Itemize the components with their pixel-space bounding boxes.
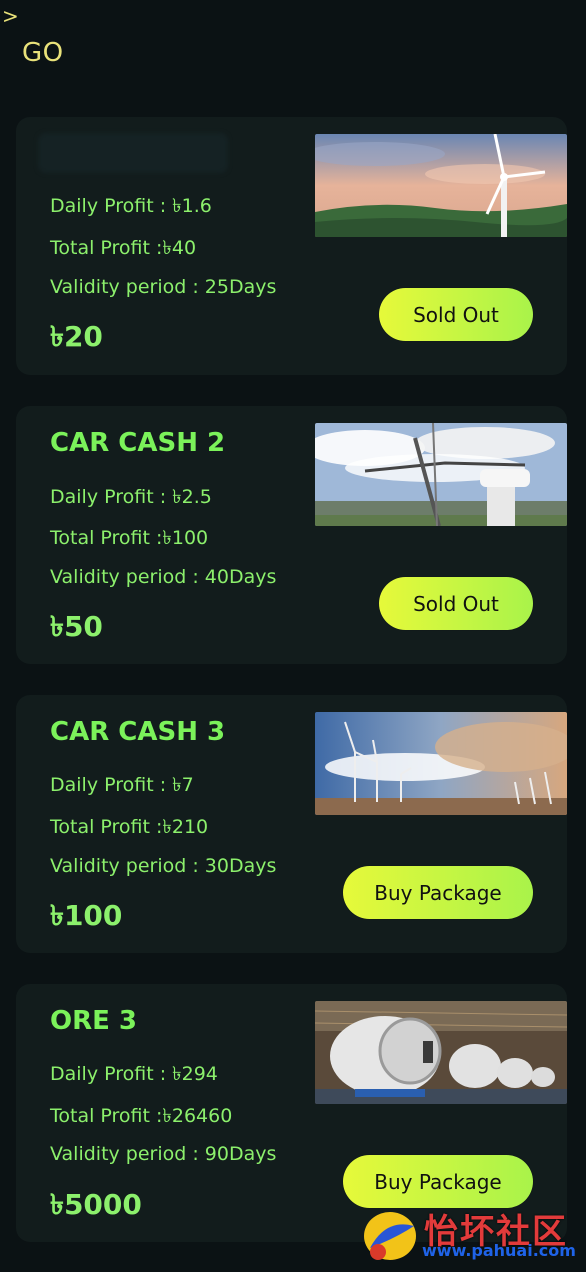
sold-out-button[interactable]: Sold Out xyxy=(379,288,533,341)
validity-period: Validity period : 40Days xyxy=(50,566,277,588)
package-price: ৳50 xyxy=(50,610,103,643)
package-card-2: CAR CASH 2 Daily Profit : ৳2.5 Total Pro… xyxy=(16,406,567,664)
wind-turbine-sunset-image xyxy=(315,134,567,237)
back-chevron[interactable]: > xyxy=(2,6,19,26)
package-price: ৳100 xyxy=(50,899,123,932)
site-watermark: 怡坏社区 www.pahuai.com xyxy=(356,1208,586,1268)
package-price: ৳20 xyxy=(50,320,103,353)
validity-period: Validity period : 90Days xyxy=(50,1143,277,1165)
sold-out-button[interactable]: Sold Out xyxy=(379,577,533,630)
package-card-3: CAR CASH 3 Daily Profit : ৳7 Total Profi… xyxy=(16,695,567,953)
package-title: ORE 3 xyxy=(50,1006,138,1036)
package-title: CAR CASH 3 xyxy=(50,717,226,747)
watermark-logo-icon xyxy=(364,1212,416,1260)
turbine-crane-construction-image xyxy=(315,423,567,526)
validity-period: Validity period : 30Days xyxy=(50,855,277,877)
go-link[interactable]: GO xyxy=(22,38,64,68)
buy-package-button[interactable]: Buy Package xyxy=(343,866,533,919)
turbine-nacelle-factory-image xyxy=(315,1001,567,1104)
daily-profit: Daily Profit : ৳1.6 xyxy=(50,195,212,217)
total-profit: Total Profit :৳100 xyxy=(50,527,209,549)
watermark-url: www.pahuai.com xyxy=(422,1241,576,1260)
daily-profit: Daily Profit : ৳294 xyxy=(50,1063,218,1085)
daily-profit: Daily Profit : ৳7 xyxy=(50,774,194,796)
package-title: CAR CASH 2 xyxy=(50,428,226,458)
buy-package-button[interactable]: Buy Package xyxy=(343,1155,533,1208)
validity-period: Validity period : 25Days xyxy=(50,276,277,298)
total-profit: Total Profit :৳210 xyxy=(50,816,209,838)
total-profit: Total Profit :৳26460 xyxy=(50,1105,233,1127)
package-card-1: Daily Profit : ৳1.6 Total Profit :৳40 Va… xyxy=(16,117,567,375)
blurred-title xyxy=(38,133,228,173)
daily-profit: Daily Profit : ৳2.5 xyxy=(50,486,212,508)
package-price: ৳5000 xyxy=(50,1188,142,1221)
wind-farm-dusty-sky-image xyxy=(315,712,567,815)
total-profit: Total Profit :৳40 xyxy=(50,237,197,259)
